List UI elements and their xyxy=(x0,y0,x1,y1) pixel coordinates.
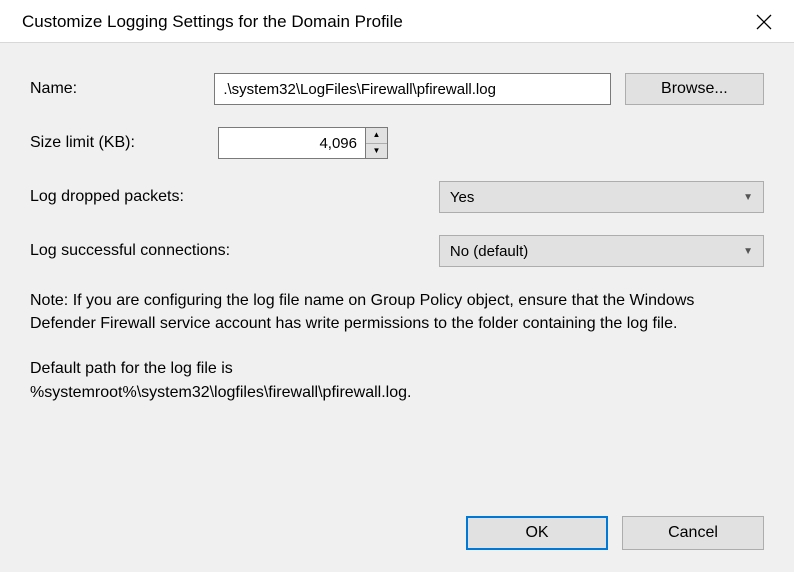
size-input[interactable] xyxy=(218,127,366,159)
success-row: Log successful connections: No (default)… xyxy=(30,235,764,267)
name-input[interactable] xyxy=(214,73,610,105)
success-dropdown[interactable]: No (default) ▼ xyxy=(439,235,764,267)
dropped-row: Log dropped packets: Yes ▼ xyxy=(30,181,764,213)
dropped-label: Log dropped packets: xyxy=(30,188,439,206)
success-value: No (default) xyxy=(450,243,528,260)
close-button[interactable] xyxy=(752,10,776,34)
size-label: Size limit (KB): xyxy=(30,134,218,152)
default-path-intro: Default path for the log file is xyxy=(30,360,233,377)
name-label: Name: xyxy=(30,80,214,98)
spinner-buttons: ▲ ▼ xyxy=(366,127,388,159)
chevron-down-icon: ▼ xyxy=(743,246,753,257)
note-text: Note: If you are configuring the log fil… xyxy=(30,289,764,335)
dialog-buttons: OK Cancel xyxy=(466,516,764,550)
dropped-display: Yes ▼ xyxy=(439,181,764,213)
spinner-up-button[interactable]: ▲ xyxy=(366,128,387,144)
dialog-content: Name: Browse... Size limit (KB): ▲ ▼ Log… xyxy=(0,42,794,572)
dialog-title: Customize Logging Settings for the Domai… xyxy=(22,12,403,32)
success-display: No (default) ▼ xyxy=(439,235,764,267)
close-icon xyxy=(756,14,772,30)
size-spinner: ▲ ▼ xyxy=(218,127,388,159)
chevron-down-icon: ▼ xyxy=(743,192,753,203)
success-label: Log successful connections: xyxy=(30,242,439,260)
titlebar: Customize Logging Settings for the Domai… xyxy=(0,0,794,42)
ok-button[interactable]: OK xyxy=(466,516,608,550)
dropped-dropdown[interactable]: Yes ▼ xyxy=(439,181,764,213)
default-path-value: %systemroot%\system32\logfiles\firewall\… xyxy=(30,384,411,401)
cancel-button[interactable]: Cancel xyxy=(622,516,764,550)
dropped-value: Yes xyxy=(450,189,474,206)
size-row: Size limit (KB): ▲ ▼ xyxy=(30,127,764,159)
name-row: Name: Browse... xyxy=(30,73,764,105)
browse-button[interactable]: Browse... xyxy=(625,73,764,105)
spinner-down-button[interactable]: ▼ xyxy=(366,144,387,159)
default-path-block: Default path for the log file is %system… xyxy=(30,357,764,403)
